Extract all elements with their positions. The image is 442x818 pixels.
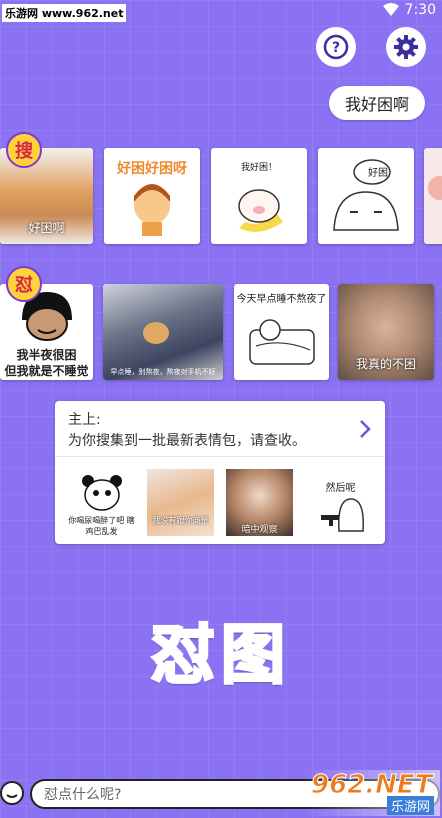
emoji-button[interactable] [0, 781, 24, 805]
chevron-right-icon[interactable] [359, 419, 371, 439]
thumb-caption: 我没有跟你商量 [152, 516, 209, 525]
sleeping-cat-image [249, 319, 315, 365]
thumb-caption: 暗中观察 [241, 525, 278, 535]
sticker-tile[interactable]: 我好困！ [211, 148, 307, 244]
dog-shape [143, 322, 169, 344]
clock: 7:30 [404, 2, 436, 18]
sticker-tile[interactable]: 我真的不困 [338, 284, 434, 380]
status-bar: 乐游网 www.962.net 7:30 [0, 0, 442, 24]
sticker-tile-partial[interactable] [424, 148, 442, 244]
tile-caption: 早点睡，别熬夜，熬夜对手机不好 [110, 368, 216, 376]
question-icon: ? [323, 34, 349, 60]
sticker-tile[interactable]: 好困 [318, 148, 414, 244]
panda-image [82, 475, 122, 511]
ghost-with-gun-image [321, 498, 364, 532]
smiley-icon [6, 794, 18, 798]
card-thumb[interactable]: 你喝尿喝醉了吧 瞎鸡巴乱发 [68, 469, 135, 536]
tile-caption: 好困 [368, 168, 388, 179]
card-title: 主上: [68, 412, 101, 428]
logo-subtext: 乐游网 [386, 796, 434, 815]
help-symbol: ? [332, 40, 340, 56]
collection-card[interactable]: 主上: 为你搜集到一批最新表情包，请查收。 你喝尿喝醉了吧 瞎鸡巴乱发 我没有跟… [55, 401, 385, 544]
divider [55, 456, 385, 457]
message-placeholder: 怼点什么呢? [44, 787, 122, 803]
retort-badge: 怼 [6, 266, 42, 302]
settings-button[interactable] [386, 27, 426, 67]
tile-caption-bottom: 但我就是不睡觉 [4, 364, 89, 378]
card-thumb[interactable]: 我没有跟你商量 [147, 469, 214, 536]
tile-caption: 今天早点睡不熬夜了 [236, 294, 327, 305]
tile-caption: 我真的不困 [355, 357, 416, 371]
sticker-tile[interactable]: 今天早点睡不熬夜了 [234, 284, 329, 380]
search-badge: 搜 [6, 132, 42, 168]
gear-icon [394, 35, 418, 59]
search-results-row: 搜 好困啊 好困好困呀 我好困！ 好困 [0, 132, 442, 244]
sticker-tile[interactable]: 早点睡，别熬夜，熬夜对手机不好 [103, 284, 223, 380]
card-subtitle: 为你搜集到一批最新表情包，请查收。 [68, 433, 306, 449]
tile-caption: 好困好困呀 [117, 161, 187, 177]
thumb-caption: 然后呢 [325, 483, 356, 494]
retort-results-row: 怼 我半夜很困 但我就是不睡觉 早点睡，别熬夜，熬夜对手机不好 今天早点睡不熬夜… [0, 266, 442, 380]
tile-caption: 好困啊 [28, 221, 65, 235]
cartoon-girl-image [134, 184, 170, 236]
wifi-icon [382, 3, 399, 16]
tile-caption-top: 我半夜很困 [16, 348, 77, 362]
tile-caption: 我好困！ [240, 163, 277, 173]
partial-image [428, 176, 442, 200]
watermark: 乐游网 www.962.net [2, 4, 127, 22]
query-bubble[interactable]: 我好困啊 [329, 86, 426, 120]
card-thumb[interactable]: 然后呢 [307, 469, 374, 536]
thumb-caption: 你喝尿喝醉了吧 瞎鸡巴乱发 [68, 516, 135, 536]
card-thumb[interactable]: 暗中观察 [226, 469, 293, 536]
site-logo: 962.NET 乐游网 [303, 770, 440, 816]
app-title: 怼图 [150, 618, 291, 695]
pig-image [238, 189, 283, 232]
sticker-tile[interactable]: 好困好困呀 [104, 148, 200, 244]
help-button[interactable]: ? [316, 27, 356, 67]
